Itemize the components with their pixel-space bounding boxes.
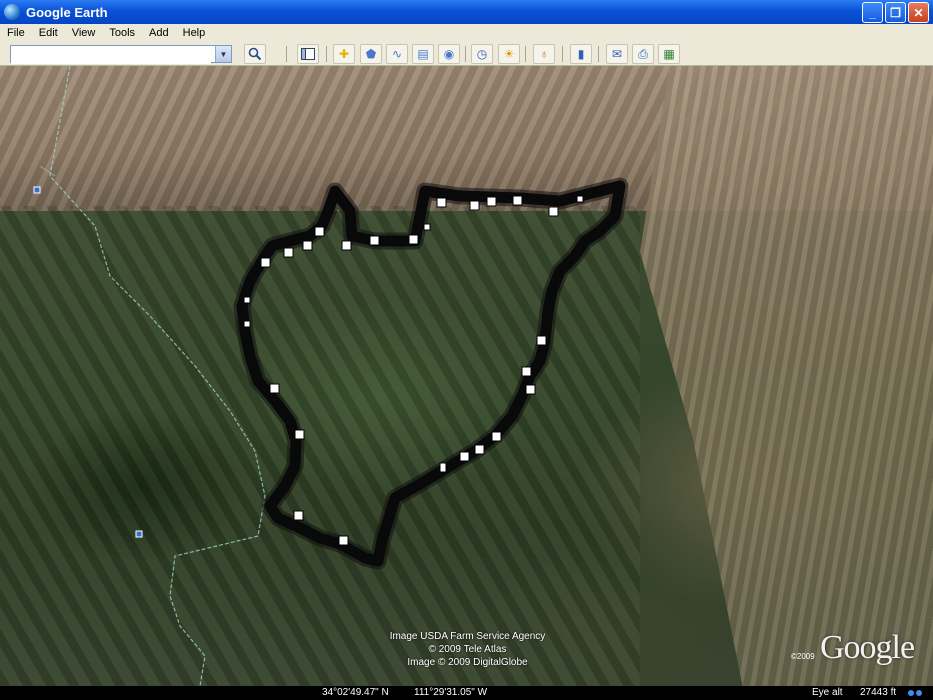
waypoint-marker — [548, 206, 559, 217]
google-maps-icon[interactable]: ▦ — [658, 44, 680, 64]
waypoint-marker — [243, 320, 251, 328]
ruler-icon[interactable]: ▮ — [570, 44, 592, 64]
blue-marker — [135, 530, 143, 538]
search-input[interactable] — [11, 48, 211, 64]
google-earth-icon — [4, 4, 20, 20]
waypoint-marker — [536, 335, 547, 346]
title-bar: Google Earth _ ❐ ✕ — [0, 0, 933, 24]
waypoint-marker — [243, 296, 251, 304]
waypoint-marker — [439, 462, 447, 473]
print-icon[interactable]: ⎙ — [632, 44, 654, 64]
menu-bar: File Edit View Tools Add Help — [0, 24, 933, 42]
menu-add[interactable]: Add — [142, 27, 176, 39]
imagery-attribution: Image USDA Farm Service Agency © 2009 Te… — [330, 630, 605, 669]
waypoint-marker — [423, 223, 431, 231]
planets-icon[interactable]: ♁ — [533, 44, 555, 64]
streaming-indicator-icon — [908, 688, 928, 698]
waypoint-marker — [314, 226, 325, 237]
waypoint-marker — [260, 257, 271, 268]
attribution-line: © 2009 Tele Atlas — [428, 644, 507, 655]
waypoint-marker — [469, 200, 480, 211]
waypoint-marker — [486, 196, 497, 207]
waypoint-marker — [408, 234, 419, 245]
search-icon[interactable] — [244, 44, 266, 64]
waypoint-marker — [459, 451, 470, 462]
maximize-button[interactable]: ❐ — [885, 2, 906, 23]
tour-icon[interactable]: ◉ — [438, 44, 460, 64]
menu-help[interactable]: Help — [176, 27, 213, 39]
waypoint-marker — [525, 384, 536, 395]
minimize-button[interactable]: _ — [862, 2, 883, 23]
waypoint-marker — [512, 195, 523, 206]
window-title: Google Earth — [26, 4, 108, 20]
historical-imagery-icon[interactable]: ◷ — [471, 44, 493, 64]
map-view[interactable]: Image USDA Farm Service Agency © 2009 Te… — [0, 66, 933, 686]
waypoint-marker — [283, 247, 294, 258]
eye-alt-label: Eye alt — [812, 687, 843, 698]
waypoint-marker — [474, 444, 485, 455]
logo-year: ©2009 — [791, 652, 815, 661]
window-controls: _ ❐ ✕ — [862, 2, 929, 23]
menu-view[interactable]: View — [65, 27, 103, 39]
toolbar-separator — [562, 46, 563, 62]
google-logo: Google — [820, 629, 915, 666]
polygon-icon[interactable]: ⬟ — [360, 44, 382, 64]
toolbar-separator — [465, 46, 466, 62]
eye-alt-value: 27443 ft — [860, 687, 897, 698]
toolbar-separator — [326, 46, 327, 62]
path-icon[interactable]: ∿ — [386, 44, 408, 64]
sunlight-icon[interactable]: ☀ — [498, 44, 520, 64]
attribution-line: Image © 2009 DigitalGlobe — [407, 657, 528, 668]
chevron-down-icon[interactable]: ▼ — [215, 46, 231, 62]
menu-tools[interactable]: Tools — [102, 27, 142, 39]
toolbar: ▼ ✚ ⬟ ∿ ▤ ◉ ◷ ☀ ♁ ▮ ✉ ⎙ ▦ — [0, 42, 933, 66]
sidebar-icon[interactable] — [297, 44, 319, 64]
overlay-icon[interactable]: ▤ — [412, 44, 434, 64]
waypoint-marker — [269, 383, 280, 394]
waypoint-marker — [294, 429, 305, 440]
waypoint-marker — [521, 366, 532, 377]
status-bar: 34°02'49.47" N 111°29'31.05" W Eye alt 2… — [0, 686, 933, 700]
waypoint-marker — [436, 197, 447, 208]
waypoint-marker — [576, 195, 584, 203]
boundary-line — [49, 66, 266, 686]
placemark-icon[interactable]: ✚ — [333, 44, 355, 64]
search-combobox[interactable]: ▼ — [10, 45, 232, 64]
waypoint-marker — [293, 510, 304, 521]
attribution-line: Image USDA Farm Service Agency — [389, 631, 546, 642]
waypoint-marker — [341, 240, 352, 251]
waypoint-marker — [369, 235, 380, 246]
boundary-line — [39, 165, 56, 177]
menu-file[interactable]: File — [0, 27, 32, 39]
gps-track-edge — [233, 177, 629, 570]
toolbar-separator — [525, 46, 526, 62]
toolbar-separator — [286, 46, 287, 62]
waypoint-marker — [491, 431, 502, 442]
waypoint-marker — [302, 240, 313, 251]
map-overlay — [33, 66, 629, 686]
latitude-readout: 34°02'49.47" N — [322, 687, 389, 698]
longitude-readout: 111°29'31.05" W — [414, 687, 488, 698]
menu-edit[interactable]: Edit — [32, 27, 65, 39]
blue-marker — [33, 186, 41, 194]
toolbar-separator — [598, 46, 599, 62]
close-button[interactable]: ✕ — [908, 2, 929, 23]
waypoint-marker — [338, 535, 349, 546]
email-icon[interactable]: ✉ — [606, 44, 628, 64]
